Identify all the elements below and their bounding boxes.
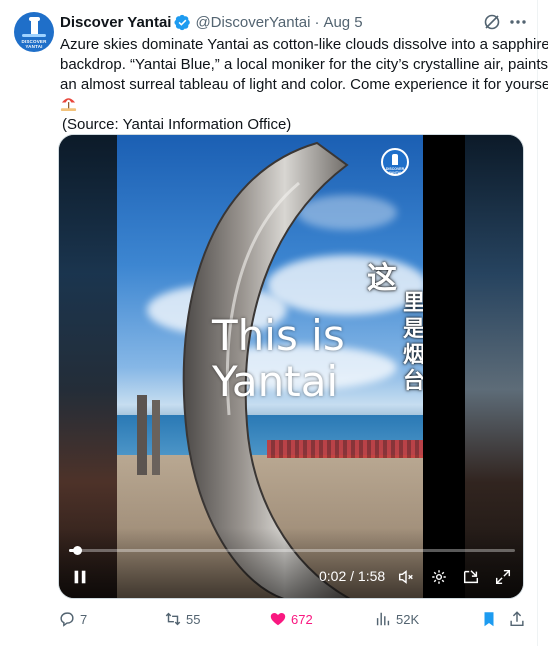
volume-muted-icon — [398, 570, 413, 584]
avatar[interactable]: DISCOVER YANTAI — [14, 12, 54, 52]
video-logo-badge: DISCOVER YANTAI — [381, 148, 409, 176]
fullscreen-icon — [495, 569, 511, 585]
video-caption-english: This is Yantai — [212, 311, 345, 406]
views-button[interactable]: 52K — [374, 608, 419, 630]
tweet-text-line: backdrop. “Yantai Blue,” a local moniker… — [60, 56, 548, 73]
mute-button[interactable] — [395, 566, 417, 588]
progress-handle[interactable] — [72, 546, 82, 555]
heart-icon — [270, 612, 286, 626]
verified-badge-icon[interactable] — [174, 14, 191, 31]
share-button[interactable] — [508, 610, 526, 631]
settings-button[interactable] — [428, 566, 450, 588]
views-chart-icon — [376, 612, 390, 626]
tweet-actions: 7 55 672 52K — [58, 608, 528, 630]
dock-icon — [463, 570, 479, 584]
view-count: 52K — [396, 611, 420, 627]
tweet[interactable]: DISCOVER YANTAI Discover Yantai @Discove… — [0, 0, 548, 646]
more-options-icon[interactable] — [508, 12, 528, 32]
tweet-header: Discover Yantai @DiscoverYantai · Aug 5 — [60, 12, 363, 32]
share-icon — [510, 611, 524, 627]
author-handle[interactable]: @DiscoverYantai — [195, 14, 310, 31]
grok-icon[interactable] — [482, 12, 502, 32]
tweet-text-line: Azure skies dominate Yantai as cotton-li… — [60, 36, 548, 53]
emoji-line — [60, 95, 530, 115]
video-progress-bar[interactable] — [69, 546, 515, 555]
author-name[interactable]: Discover Yantai — [60, 14, 171, 31]
tweet-text: Azure skies dominate Yantai as cotton-li… — [60, 35, 548, 135]
reply-icon — [60, 612, 74, 627]
beach-umbrella-emoji-icon — [60, 95, 77, 112]
dock-video-button[interactable] — [460, 566, 482, 588]
pause-button[interactable] — [69, 566, 91, 588]
reply-count: 7 — [80, 611, 88, 627]
repost-icon — [165, 612, 181, 626]
tweet-text-line: an almost surreal tableau of light and c… — [60, 76, 548, 93]
avatar-text: DISCOVER YANTAI — [21, 39, 47, 49]
reply-button[interactable]: 7 — [58, 608, 87, 630]
repost-button[interactable]: 55 — [164, 608, 200, 630]
video-caption-chinese-big: 这 — [367, 262, 397, 295]
fullscreen-button[interactable] — [492, 566, 514, 588]
bookmark-icon — [484, 612, 494, 627]
pause-icon — [74, 570, 86, 584]
video-caption-chinese: 里 是 烟 台 — [402, 290, 423, 393]
video-time: 0:02 / 1:58 — [319, 568, 386, 584]
source-text: (Source: Yantai Information Office) — [62, 116, 292, 133]
separator-dot: · — [314, 13, 320, 31]
like-button[interactable]: 672 — [269, 608, 313, 630]
bookmark-button[interactable] — [480, 610, 498, 631]
like-count: 672 — [291, 611, 313, 627]
post-date[interactable]: Aug 5 — [323, 14, 362, 31]
gear-icon — [432, 570, 446, 584]
video-player[interactable]: DISCOVER YANTAI This is Yantai 这 里 是 烟 台 — [58, 134, 524, 599]
repost-count: 55 — [186, 611, 201, 627]
